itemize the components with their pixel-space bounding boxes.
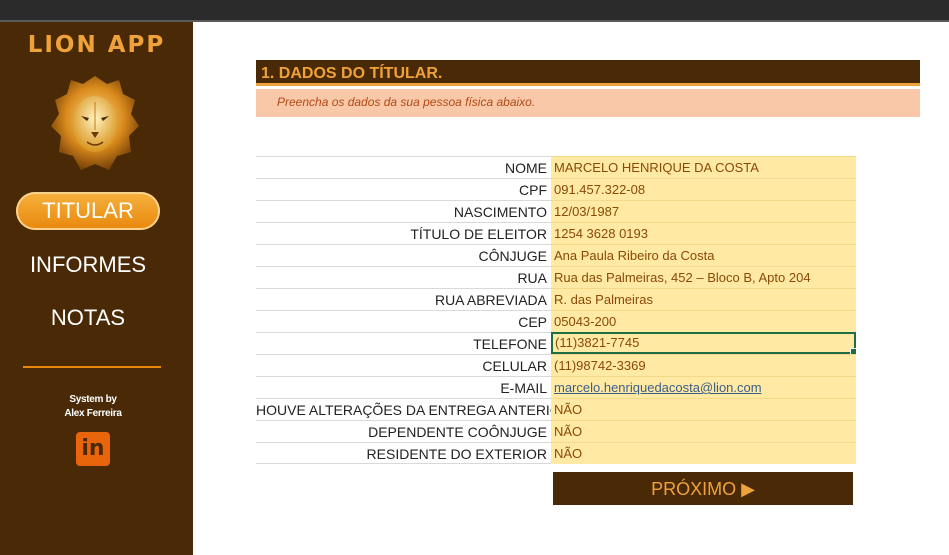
section-title: 1. DADOS DO TÍTULAR. bbox=[256, 60, 920, 86]
form-row-email: E-MAIL marcelo.henriquedacosta@lion.com bbox=[256, 376, 856, 398]
window-top-bar bbox=[0, 0, 949, 20]
field-label-rua: RUA bbox=[256, 266, 551, 288]
credit-line-2: Alex Ferreira bbox=[64, 408, 122, 419]
field-value-cep[interactable]: 05043-200 bbox=[551, 310, 856, 332]
field-label-email: E-MAIL bbox=[256, 376, 551, 398]
sidebar-divider bbox=[23, 366, 161, 368]
form-row-nome: NOME MARCELO HENRIQUE DA COSTA bbox=[256, 156, 856, 178]
field-label-cpf: CPF bbox=[256, 178, 551, 200]
nav-item-notas[interactable]: NOTAS bbox=[16, 299, 160, 337]
form-row-rua: RUA Rua das Palmeiras, 452 – Bloco B, Ap… bbox=[256, 266, 856, 288]
field-value-residente-exterior[interactable]: NÃO bbox=[551, 442, 856, 464]
field-value-celular[interactable]: (11)98742-3369 bbox=[551, 354, 856, 376]
form-row-rua-abreviada: RUA ABREVIADA R. das Palmeiras bbox=[256, 288, 856, 310]
field-value-alteracoes[interactable]: NÃO bbox=[551, 398, 856, 420]
next-button[interactable]: PRÓXIMO ▶ bbox=[553, 472, 853, 505]
field-label-cep: CEP bbox=[256, 310, 551, 332]
field-value-cpf[interactable]: 091.457.322-08 bbox=[551, 178, 856, 200]
form-row-alteracoes: HOUVE ALTERAÇÕES DA ENTREGA ANTERIOR NÃO bbox=[256, 398, 856, 420]
form-row-residente-exterior: RESIDENTE DO EXTERIOR NÃO bbox=[256, 442, 856, 464]
credit-text: System by Alex Ferreira bbox=[0, 393, 186, 421]
telefone-text: (11)3821-7745 bbox=[555, 335, 640, 350]
field-value-telefone[interactable]: (11)3821-7745 bbox=[551, 332, 857, 355]
field-value-dependente-conjuge[interactable]: NÃO bbox=[551, 420, 856, 442]
field-value-rua[interactable]: Rua das Palmeiras, 452 – Bloco B, Apto 2… bbox=[551, 266, 856, 288]
form-row-conjuge: CÔNJUGE Ana Paula Ribeiro da Costa bbox=[256, 244, 856, 266]
titular-form: NOME MARCELO HENRIQUE DA COSTA CPF 091.4… bbox=[256, 156, 857, 464]
field-label-dependente-conjuge: DEPENDENTE COÔNJUGE bbox=[256, 420, 551, 442]
form-row-telefone: TELEFONE (11)3821-7745 bbox=[256, 332, 857, 355]
field-label-conjuge: CÔNJUGE bbox=[256, 244, 551, 266]
credit-line-1: System by bbox=[69, 394, 117, 405]
field-value-conjuge[interactable]: Ana Paula Ribeiro da Costa bbox=[551, 244, 856, 266]
field-label-nome: NOME bbox=[256, 156, 551, 178]
nav-item-informes[interactable]: INFORMES bbox=[16, 246, 160, 284]
field-value-rua-abreviada[interactable]: R. das Palmeiras bbox=[551, 288, 856, 310]
lion-head-icon bbox=[51, 76, 139, 170]
field-value-nascimento[interactable]: 12/03/1987 bbox=[551, 200, 856, 222]
field-label-alteracoes: HOUVE ALTERAÇÕES DA ENTREGA ANTERIOR bbox=[256, 398, 571, 420]
form-row-celular: CELULAR (11)98742-3369 bbox=[256, 354, 856, 376]
section-subtitle: Preencha os dados da sua pessoa física a… bbox=[256, 89, 920, 117]
nav-item-titular[interactable]: TITULAR bbox=[16, 192, 160, 230]
form-row-cep: CEP 05043-200 bbox=[256, 310, 856, 332]
form-row-dependente-conjuge: DEPENDENTE COÔNJUGE NÃO bbox=[256, 420, 856, 442]
field-label-rua-abreviada: RUA ABREVIADA bbox=[256, 288, 551, 310]
sidebar: LION APP TITULAR INFORMES NOTAS System b… bbox=[0, 22, 193, 555]
field-label-celular: CELULAR bbox=[256, 354, 551, 376]
app-title: LION APP bbox=[27, 32, 166, 58]
field-value-nome[interactable]: MARCELO HENRIQUE DA COSTA bbox=[551, 156, 856, 178]
field-label-titulo-eleitor: TÍTULO DE ELEITOR bbox=[256, 222, 551, 244]
form-row-cpf: CPF 091.457.322-08 bbox=[256, 178, 856, 200]
field-value-titulo-eleitor[interactable]: 1254 3628 0193 bbox=[551, 222, 856, 244]
linkedin-icon[interactable]: in bbox=[76, 432, 110, 466]
form-row-nascimento: NASCIMENTO 12/03/1987 bbox=[256, 200, 856, 222]
field-label-nascimento: NASCIMENTO bbox=[256, 200, 551, 222]
field-value-email[interactable]: marcelo.henriquedacosta@lion.com bbox=[551, 376, 856, 398]
form-row-titulo-eleitor: TÍTULO DE ELEITOR 1254 3628 0193 bbox=[256, 222, 856, 244]
field-label-residente-exterior: RESIDENTE DO EXTERIOR bbox=[256, 442, 551, 464]
field-label-telefone: TELEFONE bbox=[256, 332, 551, 354]
